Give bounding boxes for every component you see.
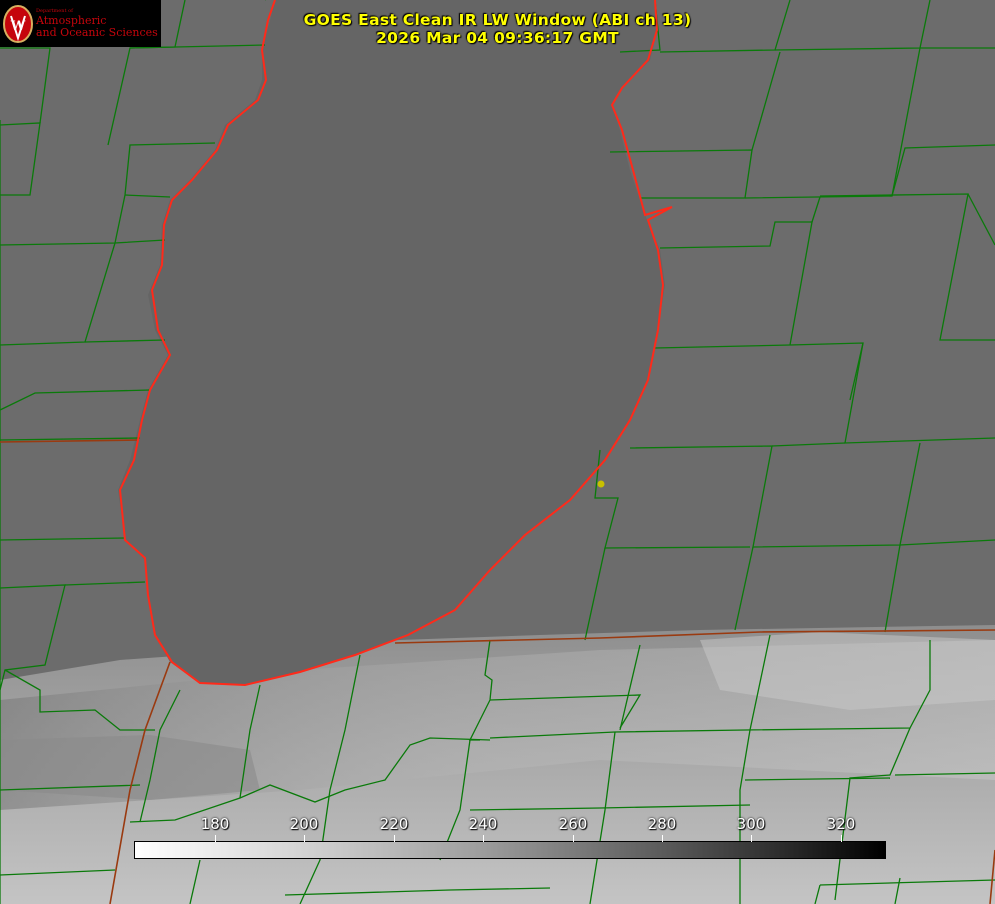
- colorbar-tick-label: 180: [200, 815, 230, 833]
- colorbar-tick-mark: [304, 835, 305, 842]
- colorbar-tick-mark: [215, 835, 216, 842]
- satellite-map: [0, 0, 995, 904]
- colorbar-tick-label: 240: [468, 815, 498, 833]
- colorbar-tick-label: 220: [379, 815, 409, 833]
- colorbar-tick-mark: [841, 835, 842, 842]
- colorbar-tick-label: 280: [647, 815, 677, 833]
- colorbar-tick-mark: [573, 835, 574, 842]
- colorbar-tick-mark: [483, 835, 484, 842]
- temperature-colorbar: [134, 841, 886, 859]
- colorbar-tick-label: 300: [736, 815, 766, 833]
- colorbar-tick-mark: [662, 835, 663, 842]
- colorbar-tick-label: 320: [826, 815, 856, 833]
- image-timestamp: 2026 Mar 04 09:36:17 GMT: [376, 29, 619, 47]
- colorbar-tick-mark: [394, 835, 395, 842]
- colorbar-tick-mark: [751, 835, 752, 842]
- colorbar-tick-label: 260: [558, 815, 588, 833]
- colorbar-tick-label: 200: [289, 815, 319, 833]
- location-marker: [597, 480, 605, 488]
- image-title: GOES East Clean IR LW Window (ABI ch 13): [303, 11, 692, 29]
